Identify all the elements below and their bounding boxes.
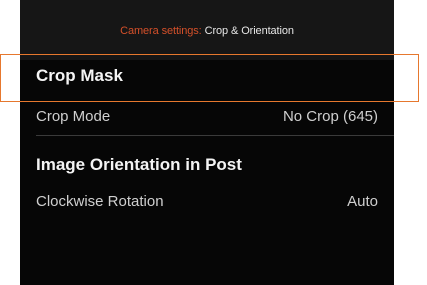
crop-mask-section-title[interactable]: Crop Mask xyxy=(36,66,123,86)
clockwise-rotation-value: Auto xyxy=(347,193,378,210)
camera-settings-screen: Camera settings: Crop & Orientation Crop… xyxy=(20,0,394,285)
crop-mode-label: Crop Mode xyxy=(36,108,111,125)
clockwise-rotation-label: Clockwise Rotation xyxy=(36,193,164,210)
clockwise-rotation-row[interactable]: Clockwise Rotation Auto xyxy=(36,193,378,210)
stage: Camera settings: Crop & Orientation Crop… xyxy=(0,0,427,285)
settings-header: Camera settings: Crop & Orientation xyxy=(20,0,394,60)
header-prefix: Camera settings: xyxy=(120,25,202,37)
crop-mode-value: No Crop (645) xyxy=(282,108,378,125)
image-orientation-section-title[interactable]: Image Orientation in Post xyxy=(36,155,242,175)
crop-mode-row[interactable]: Crop Mode No Crop (645) xyxy=(36,108,378,125)
header-title: Crop & Orientation xyxy=(201,25,294,37)
section-divider xyxy=(36,135,394,136)
